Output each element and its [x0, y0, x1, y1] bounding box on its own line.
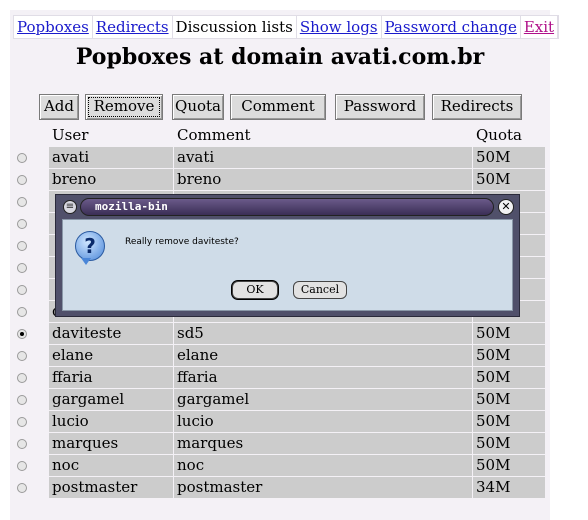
- row-radio[interactable]: [17, 417, 27, 427]
- row-radio[interactable]: [17, 285, 27, 295]
- user-cell: gargamel: [49, 389, 173, 410]
- quota-column-header: Quota: [476, 126, 522, 144]
- row-radio[interactable]: [17, 351, 27, 361]
- table-row: noc noc 50M: [10, 455, 550, 476]
- table-row: postmaster postmaster 34M: [10, 477, 550, 498]
- quota-cell: 50M: [473, 169, 545, 190]
- comment-cell: noc: [174, 455, 472, 476]
- quota-cell: 50M: [473, 367, 545, 388]
- quota-cell: 50M: [473, 147, 545, 168]
- comment-cell: ffaria: [174, 367, 472, 388]
- nav-exit-link[interactable]: Exit: [521, 16, 559, 38]
- comment-cell: avati: [174, 147, 472, 168]
- user-cell: avati: [49, 147, 173, 168]
- nav-password-change-link[interactable]: Password change: [382, 16, 521, 38]
- dialog-titlebar[interactable]: ≡ mozilla-bin ✕: [58, 197, 517, 217]
- ok-button[interactable]: OK: [232, 281, 278, 299]
- user-cell: lucio: [49, 411, 173, 432]
- dialog-body: ? Really remove daviteste? OK Cancel: [62, 219, 513, 311]
- add-button[interactable]: Add: [39, 94, 79, 120]
- password-button[interactable]: Password: [335, 94, 425, 120]
- quota-cell: 50M: [473, 323, 545, 344]
- remove-button[interactable]: Remove: [85, 94, 163, 120]
- row-radio[interactable]: [17, 373, 27, 383]
- comment-cell: sd5: [174, 323, 472, 344]
- row-radio[interactable]: [17, 307, 27, 317]
- user-cell: ffaria: [49, 367, 173, 388]
- row-radio[interactable]: [17, 153, 27, 163]
- question-icon-tail: [81, 258, 91, 265]
- redirects-button[interactable]: Redirects: [432, 94, 522, 120]
- page-title: Popboxes at domain avati.com.br: [75, 44, 485, 70]
- row-radio[interactable]: [17, 219, 27, 229]
- user-cell: breno: [49, 169, 173, 190]
- nav-discussion-lists: Discussion lists: [173, 16, 297, 38]
- quota-cell: 50M: [473, 389, 545, 410]
- dialog-title: mozilla-bin: [80, 198, 494, 216]
- row-radio[interactable]: [17, 175, 27, 185]
- user-column-header: User: [52, 126, 89, 144]
- table-row: ffaria ffaria 50M: [10, 367, 550, 388]
- comment-button[interactable]: Comment: [230, 94, 326, 120]
- user-cell: postmaster: [49, 477, 173, 498]
- table-row: marques marques 50M: [10, 433, 550, 454]
- comment-cell: breno: [174, 169, 472, 190]
- quota-cell: 34M: [473, 477, 545, 498]
- question-icon: ?: [75, 231, 105, 261]
- table-row: elane elane 50M: [10, 345, 550, 366]
- user-cell: noc: [49, 455, 173, 476]
- nav-bar: Popboxes Redirects Discussion lists Show…: [13, 15, 560, 39]
- comment-cell: marques: [174, 433, 472, 454]
- row-radio[interactable]: [17, 197, 27, 207]
- user-cell: elane: [49, 345, 173, 366]
- nav-redirects-link[interactable]: Redirects: [93, 16, 173, 38]
- table-row: avati avati 50M: [10, 147, 550, 168]
- quota-cell: 50M: [473, 345, 545, 366]
- quota-button[interactable]: Quota: [172, 94, 224, 120]
- nav-popboxes-link[interactable]: Popboxes: [14, 16, 93, 38]
- window-menu-icon[interactable]: ≡: [63, 200, 77, 214]
- table-row: daviteste sd5 50M: [10, 323, 550, 344]
- comment-cell: elane: [174, 345, 472, 366]
- row-radio[interactable]: [17, 461, 27, 471]
- table-row: breno breno 50M: [10, 169, 550, 190]
- row-radio[interactable]: [17, 439, 27, 449]
- confirm-dialog: ≡ mozilla-bin ✕ ? Really remove davitest…: [55, 194, 520, 317]
- table-row: lucio lucio 50M: [10, 411, 550, 432]
- cancel-button[interactable]: Cancel: [293, 281, 347, 299]
- row-radio[interactable]: [17, 483, 27, 493]
- close-icon[interactable]: ✕: [498, 199, 514, 215]
- comment-cell: gargamel: [174, 389, 472, 410]
- comment-column-header: Comment: [177, 126, 251, 144]
- row-radio[interactable]: [17, 241, 27, 251]
- quota-cell: 50M: [473, 455, 545, 476]
- user-cell: marques: [49, 433, 173, 454]
- table-row: gargamel gargamel 50M: [10, 389, 550, 410]
- quota-cell: 50M: [473, 411, 545, 432]
- row-radio[interactable]: [17, 263, 27, 273]
- comment-cell: postmaster: [174, 477, 472, 498]
- dialog-message: Really remove daviteste?: [125, 237, 239, 247]
- quota-cell: 50M: [473, 433, 545, 454]
- user-cell: daviteste: [49, 323, 173, 344]
- row-radio[interactable]: [17, 395, 27, 405]
- nav-show-logs-link[interactable]: Show logs: [297, 16, 382, 38]
- comment-cell: lucio: [174, 411, 472, 432]
- row-radio[interactable]: [17, 329, 27, 339]
